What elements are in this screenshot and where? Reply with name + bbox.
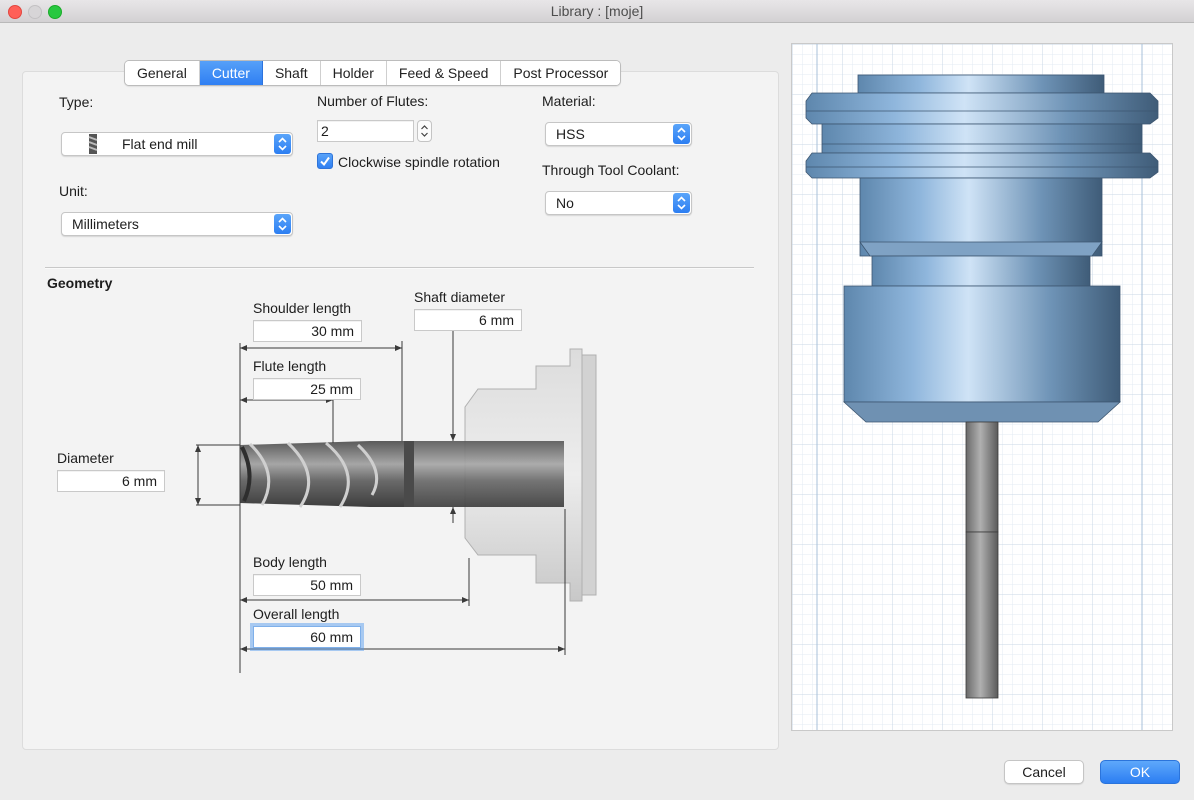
cancel-button[interactable]: Cancel: [1004, 760, 1084, 784]
shank-chamfer: [404, 441, 414, 507]
tool-preview-pane[interactable]: [791, 43, 1173, 731]
shoulder-length-label: Shoulder length: [253, 300, 352, 316]
shaft-diameter-value: 6 mm: [479, 312, 514, 328]
ok-button[interactable]: OK: [1100, 760, 1180, 784]
tool-flutes: [240, 441, 404, 508]
overall-length-label: Overall length: [253, 606, 340, 622]
tool-geometry-diagram: [195, 331, 597, 673]
flute-length-value: 25 mm: [310, 381, 353, 397]
shoulder-length-input[interactable]: 30 mm: [253, 320, 362, 342]
flute-length-label: Flute length: [253, 358, 327, 374]
title-bar: Library : [moje]: [0, 0, 1194, 23]
shaft-diameter-label: Shaft diameter: [414, 289, 506, 305]
shoulder-length-value: 30 mm: [311, 323, 354, 339]
flute-length-input[interactable]: 25 mm: [253, 378, 361, 400]
overall-length-value: 60 mm: [310, 629, 353, 645]
diameter-input[interactable]: 6 mm: [57, 470, 165, 492]
body-length-label: Body length: [253, 554, 327, 570]
diameter-value: 6 mm: [122, 473, 157, 489]
library-dialog: General Cutter Shaft Holder Feed & Speed…: [0, 23, 1194, 800]
body-length-input[interactable]: 50 mm: [253, 574, 361, 596]
shaft-diameter-input[interactable]: 6 mm: [414, 309, 522, 331]
diameter-label: Diameter: [57, 450, 114, 466]
body-length-value: 50 mm: [310, 577, 353, 593]
overall-length-input[interactable]: 60 mm: [253, 626, 361, 648]
tool-shank: [404, 441, 564, 507]
cutter-3d: [965, 421, 999, 699]
window-title: Library : [moje]: [550, 3, 644, 19]
tool-3d-preview: [792, 44, 1172, 730]
